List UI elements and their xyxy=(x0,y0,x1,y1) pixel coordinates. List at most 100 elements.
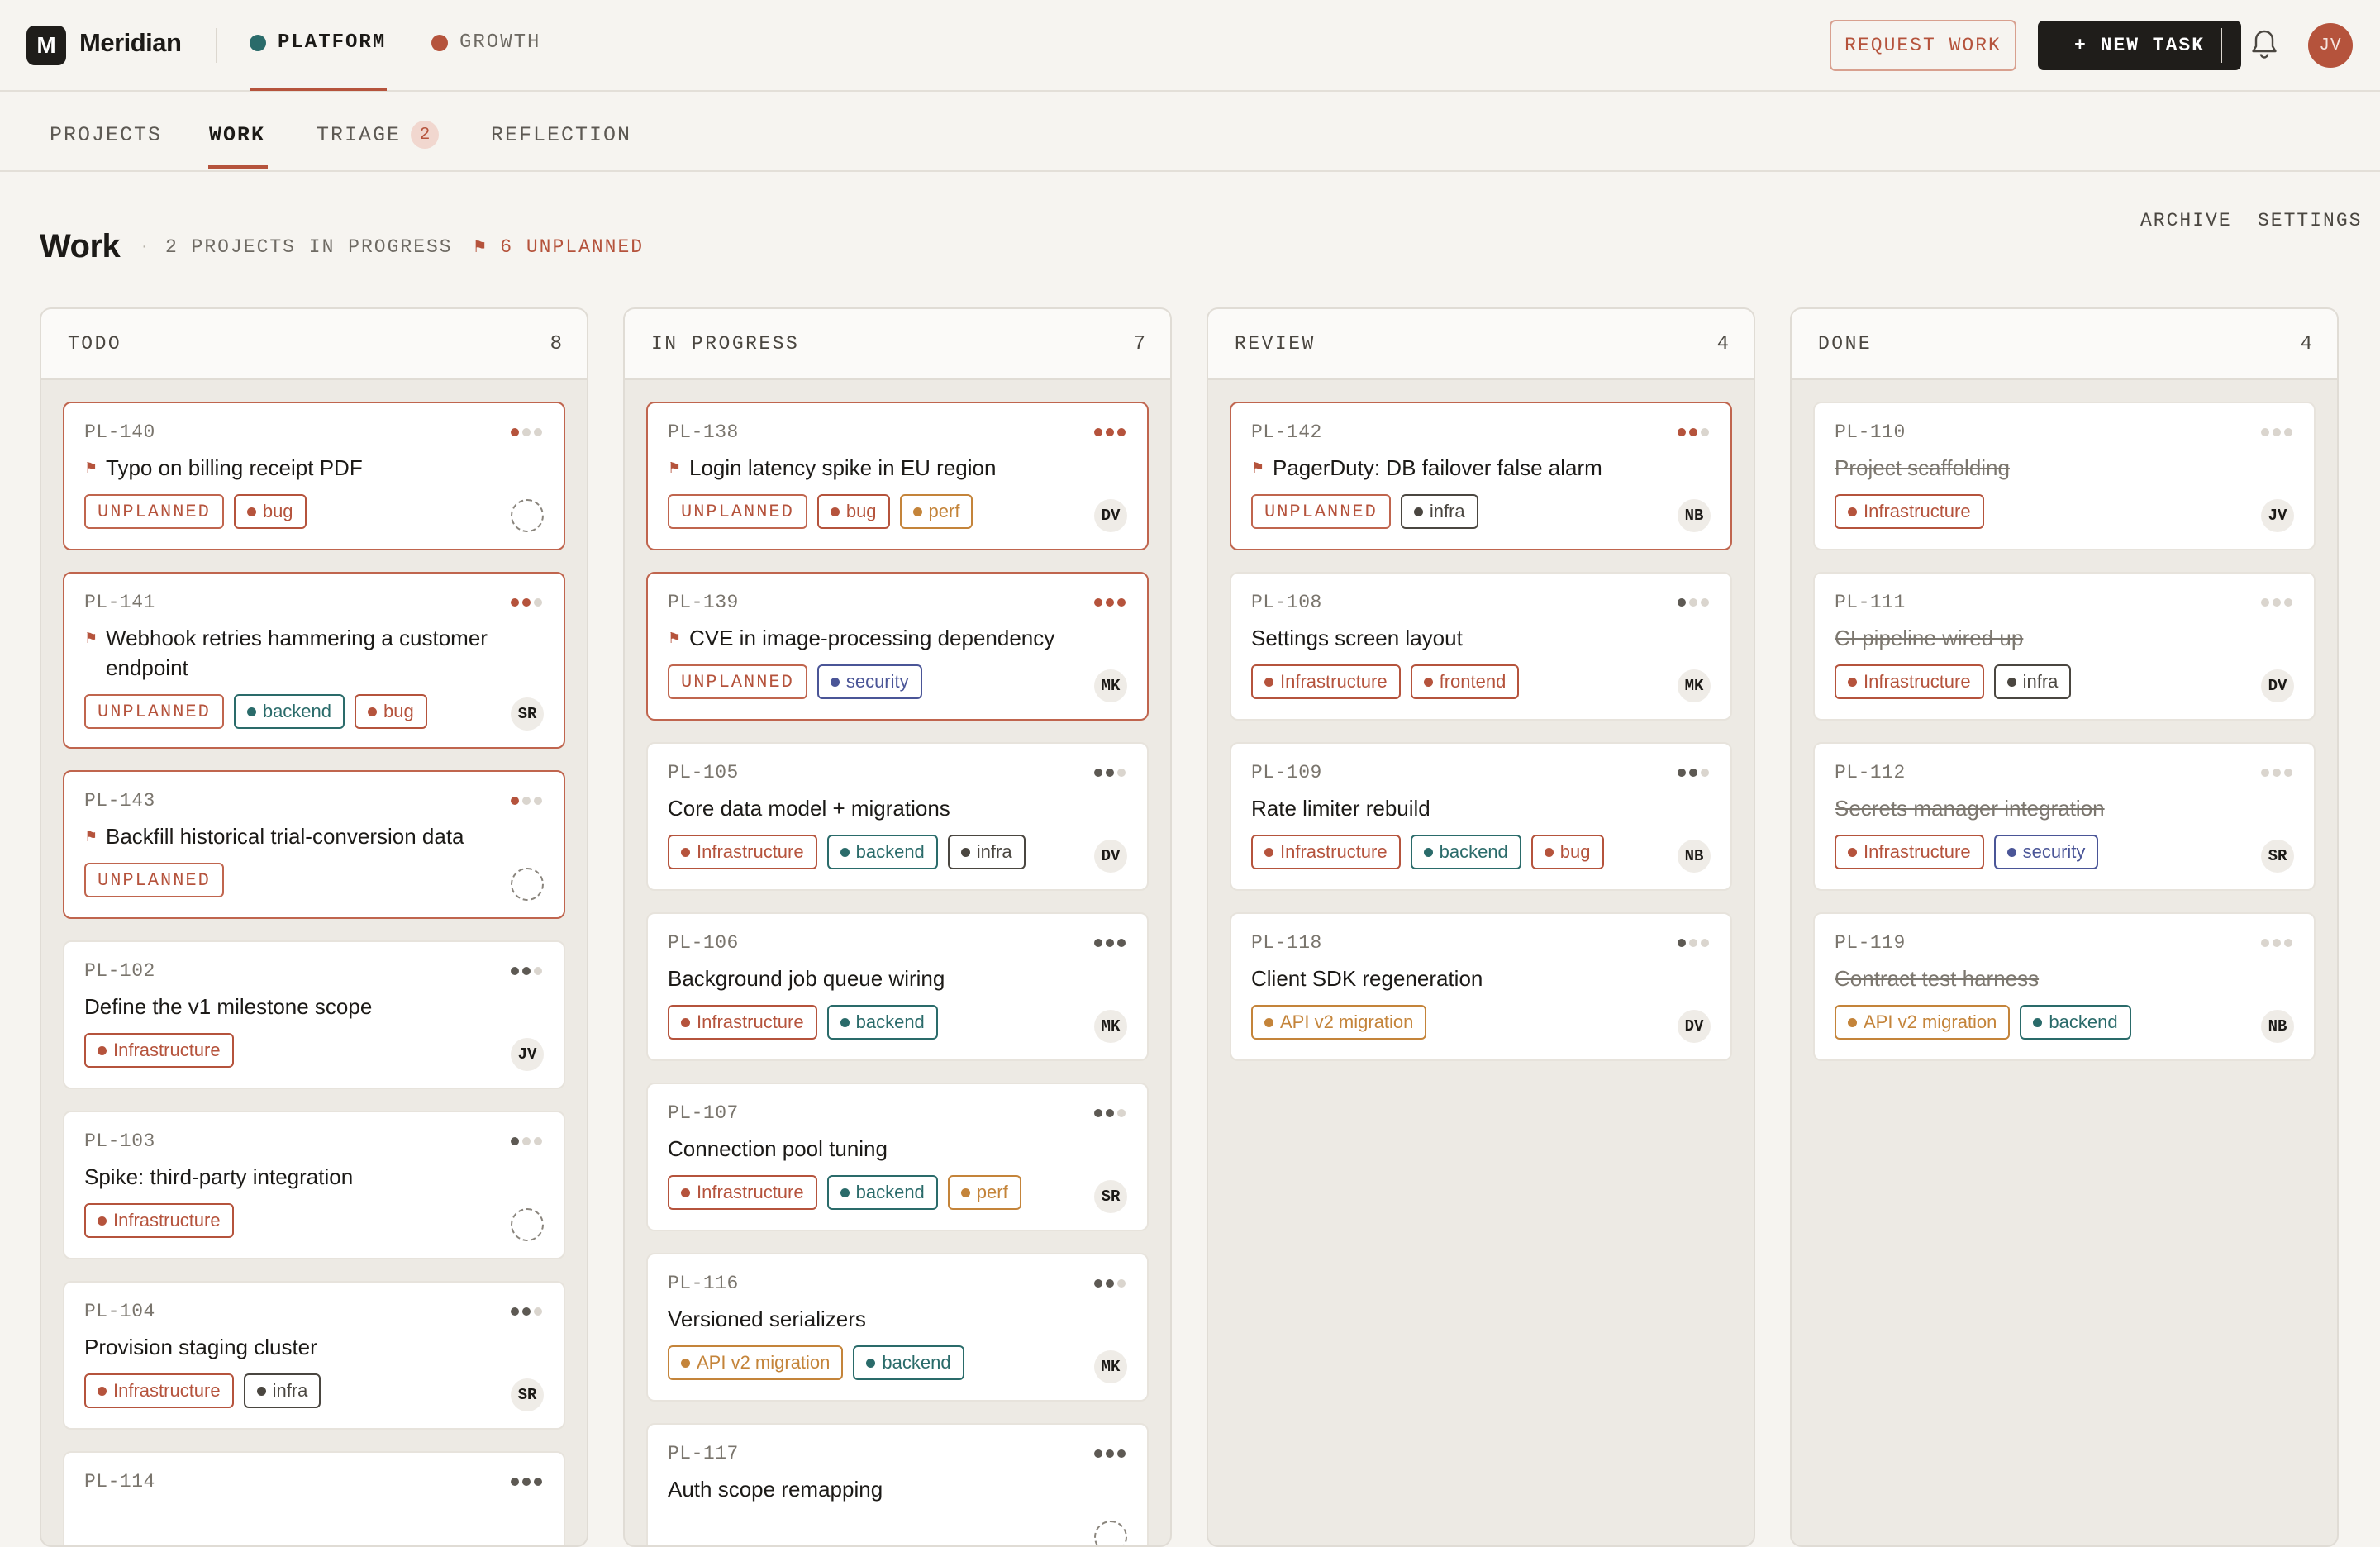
priority-dot xyxy=(534,428,542,436)
assignee-avatar[interactable]: DV xyxy=(1094,499,1127,532)
assignee-avatar[interactable]: DV xyxy=(2261,669,2294,702)
label-tag[interactable]: backend xyxy=(826,1175,938,1210)
assignee-avatar[interactable]: SR xyxy=(511,1378,544,1411)
label-tag[interactable]: API v2 migration xyxy=(668,1345,844,1380)
tab-work[interactable]: WORK xyxy=(209,118,265,151)
task-card[interactable]: PL-112 Secrets manager integration Infrast… xyxy=(1813,742,2316,891)
label-tag[interactable]: backend xyxy=(826,835,938,869)
unplanned-count[interactable]: ⚑ 6 UNPLANNED xyxy=(474,236,644,258)
label-tag[interactable]: security xyxy=(1993,835,2099,869)
label-tag[interactable]: infra xyxy=(1400,494,1478,529)
label-tag[interactable]: Infrastructure xyxy=(1835,835,1984,869)
assignee-avatar[interactable]: MK xyxy=(1094,1350,1127,1383)
task-card[interactable]: PL-139 ⚑ CVE in image-processing dependenc… xyxy=(646,572,1149,721)
assignee-avatar[interactable]: JV xyxy=(2261,499,2294,532)
task-card[interactable]: PL-118 Client SDK regeneration API v2 migr… xyxy=(1230,912,1732,1061)
label-tag[interactable]: backend xyxy=(1410,835,1521,869)
label-tag[interactable]: bug xyxy=(1530,835,1604,869)
team-switch-platform[interactable]: PLATFORM xyxy=(250,31,386,54)
team-color-dot xyxy=(250,34,266,51)
priority-dot xyxy=(522,1307,531,1316)
label-tag[interactable]: infra xyxy=(947,835,1026,869)
unassigned-avatar[interactable] xyxy=(511,499,544,532)
label-tag[interactable]: backend xyxy=(853,1345,964,1380)
task-card[interactable]: PL-103 Spike: third-party integration Infr… xyxy=(63,1111,565,1259)
label-tag[interactable]: Infrastructure xyxy=(1251,835,1401,869)
user-avatar[interactable]: JV xyxy=(2308,23,2353,68)
label-tag[interactable]: infra xyxy=(1993,664,2072,699)
label-tag[interactable]: Infrastructure xyxy=(1251,664,1401,699)
task-card[interactable]: PL-138 ⚑ Login latency spike in EU region U… xyxy=(646,402,1149,550)
bell-icon[interactable] xyxy=(2248,26,2281,63)
label-tag[interactable]: Infrastructure xyxy=(668,1175,817,1210)
task-card[interactable]: PL-111 CI pipeline wired up Infrastructure… xyxy=(1813,572,2316,721)
label-tag[interactable]: perf xyxy=(899,494,973,529)
assignee-avatar[interactable]: MK xyxy=(1094,1010,1127,1043)
unassigned-avatar[interactable] xyxy=(1094,1521,1127,1545)
task-card[interactable]: PL-105 Core data model + migrations Infras… xyxy=(646,742,1149,891)
label-tag[interactable]: bug xyxy=(355,694,427,729)
task-card[interactable]: PL-109 Rate limiter rebuild Infrastructure… xyxy=(1230,742,1732,891)
new-task-button[interactable]: + NEW TASK xyxy=(2038,21,2241,70)
assignee-avatar[interactable]: MK xyxy=(1094,669,1127,702)
assignee-avatar[interactable]: DV xyxy=(1678,1010,1711,1043)
tag-label: backend xyxy=(855,1011,925,1032)
label-tag[interactable]: bug xyxy=(233,494,307,529)
request-work-button[interactable]: REQUEST WORK xyxy=(1830,20,2016,71)
tab-triage[interactable]: TRIAGE 2 xyxy=(317,118,440,151)
label-tag[interactable]: security xyxy=(816,664,922,699)
assignee-avatar[interactable]: SR xyxy=(2261,840,2294,873)
label-tag[interactable]: API v2 migration xyxy=(1251,1005,1427,1040)
label-tag[interactable]: backend xyxy=(826,1005,938,1040)
task-card[interactable]: PL-117 Auth scope remapping xyxy=(646,1423,1149,1545)
label-tag[interactable]: API v2 migration xyxy=(1835,1005,2011,1040)
label-tag[interactable]: Infrastructure xyxy=(84,1033,234,1068)
label-tag[interactable]: Infrastructure xyxy=(84,1203,234,1238)
label-tag[interactable]: Infrastructure xyxy=(1835,664,1984,699)
assignee-avatar[interactable]: DV xyxy=(1094,840,1127,873)
task-card[interactable]: PL-141 ⚑ Webhook retries hammering a custo… xyxy=(63,572,565,749)
unassigned-avatar[interactable] xyxy=(511,868,544,901)
assignee-avatar[interactable]: NB xyxy=(1678,840,1711,873)
team-switch-growth[interactable]: GROWTH xyxy=(431,31,540,54)
assignee-avatar[interactable]: NB xyxy=(2261,1010,2294,1043)
settings-link[interactable]: SETTINGS xyxy=(2258,210,2362,231)
label-tag[interactable]: backend xyxy=(2020,1005,2131,1040)
tag-list: Infrastructure frontend xyxy=(1251,664,1711,717)
assignee-avatar[interactable]: NB xyxy=(1678,499,1711,532)
label-tag[interactable]: bug xyxy=(816,494,890,529)
task-id: PL-116 xyxy=(668,1273,739,1294)
label-tag[interactable]: perf xyxy=(947,1175,1021,1210)
task-card[interactable]: PL-140 ⚑ Typo on billing receipt PDF UNPLAN… xyxy=(63,402,565,550)
tag-color-dot xyxy=(1848,677,1857,687)
task-card[interactable]: PL-104 Provision staging cluster Infrastru… xyxy=(63,1281,565,1430)
unassigned-avatar[interactable] xyxy=(511,1208,544,1241)
priority-dot xyxy=(2284,769,2292,777)
column-title: TODO xyxy=(68,333,122,355)
task-card[interactable]: PL-143 ⚑ Backfill historical trial-convers… xyxy=(63,770,565,919)
page-title: Work xyxy=(40,228,121,264)
tab-reflection[interactable]: REFLECTION xyxy=(491,118,631,151)
label-tag[interactable]: infra xyxy=(243,1373,321,1408)
assignee-avatar[interactable]: JV xyxy=(511,1038,544,1071)
task-card[interactable]: PL-107 Connection pool tuning Infrastructu… xyxy=(646,1083,1149,1231)
label-tag[interactable]: backend xyxy=(233,694,345,729)
task-card[interactable]: PL-110 Project scaffolding Infrastructure J… xyxy=(1813,402,2316,550)
task-card[interactable]: PL-116 Versioned serializers API v2 migrat… xyxy=(646,1253,1149,1402)
assignee-avatar[interactable]: SR xyxy=(511,697,544,731)
task-card[interactable]: PL-119 Contract test harness API v2 migrat… xyxy=(1813,912,2316,1061)
assignee-avatar[interactable]: MK xyxy=(1678,669,1711,702)
label-tag[interactable]: Infrastructure xyxy=(668,835,817,869)
label-tag[interactable]: Infrastructure xyxy=(1835,494,1984,529)
task-card[interactable]: PL-102 Define the v1 milestone scope Infra… xyxy=(63,940,565,1089)
task-card[interactable]: PL-142 ⚑ PagerDuty: DB failover false alar… xyxy=(1230,402,1732,550)
task-card[interactable]: PL-106 Background job queue wiring Infrast… xyxy=(646,912,1149,1061)
label-tag[interactable]: Infrastructure xyxy=(84,1373,234,1408)
task-card[interactable]: PL-114 xyxy=(63,1451,565,1545)
task-card[interactable]: PL-108 Settings screen layout Infrastructu… xyxy=(1230,572,1732,721)
label-tag[interactable]: frontend xyxy=(1410,664,1520,699)
label-tag[interactable]: Infrastructure xyxy=(668,1005,817,1040)
archive-link[interactable]: ARCHIVE xyxy=(2140,210,2232,231)
assignee-avatar[interactable]: SR xyxy=(1094,1180,1127,1213)
tab-projects[interactable]: PROJECTS xyxy=(50,118,162,151)
